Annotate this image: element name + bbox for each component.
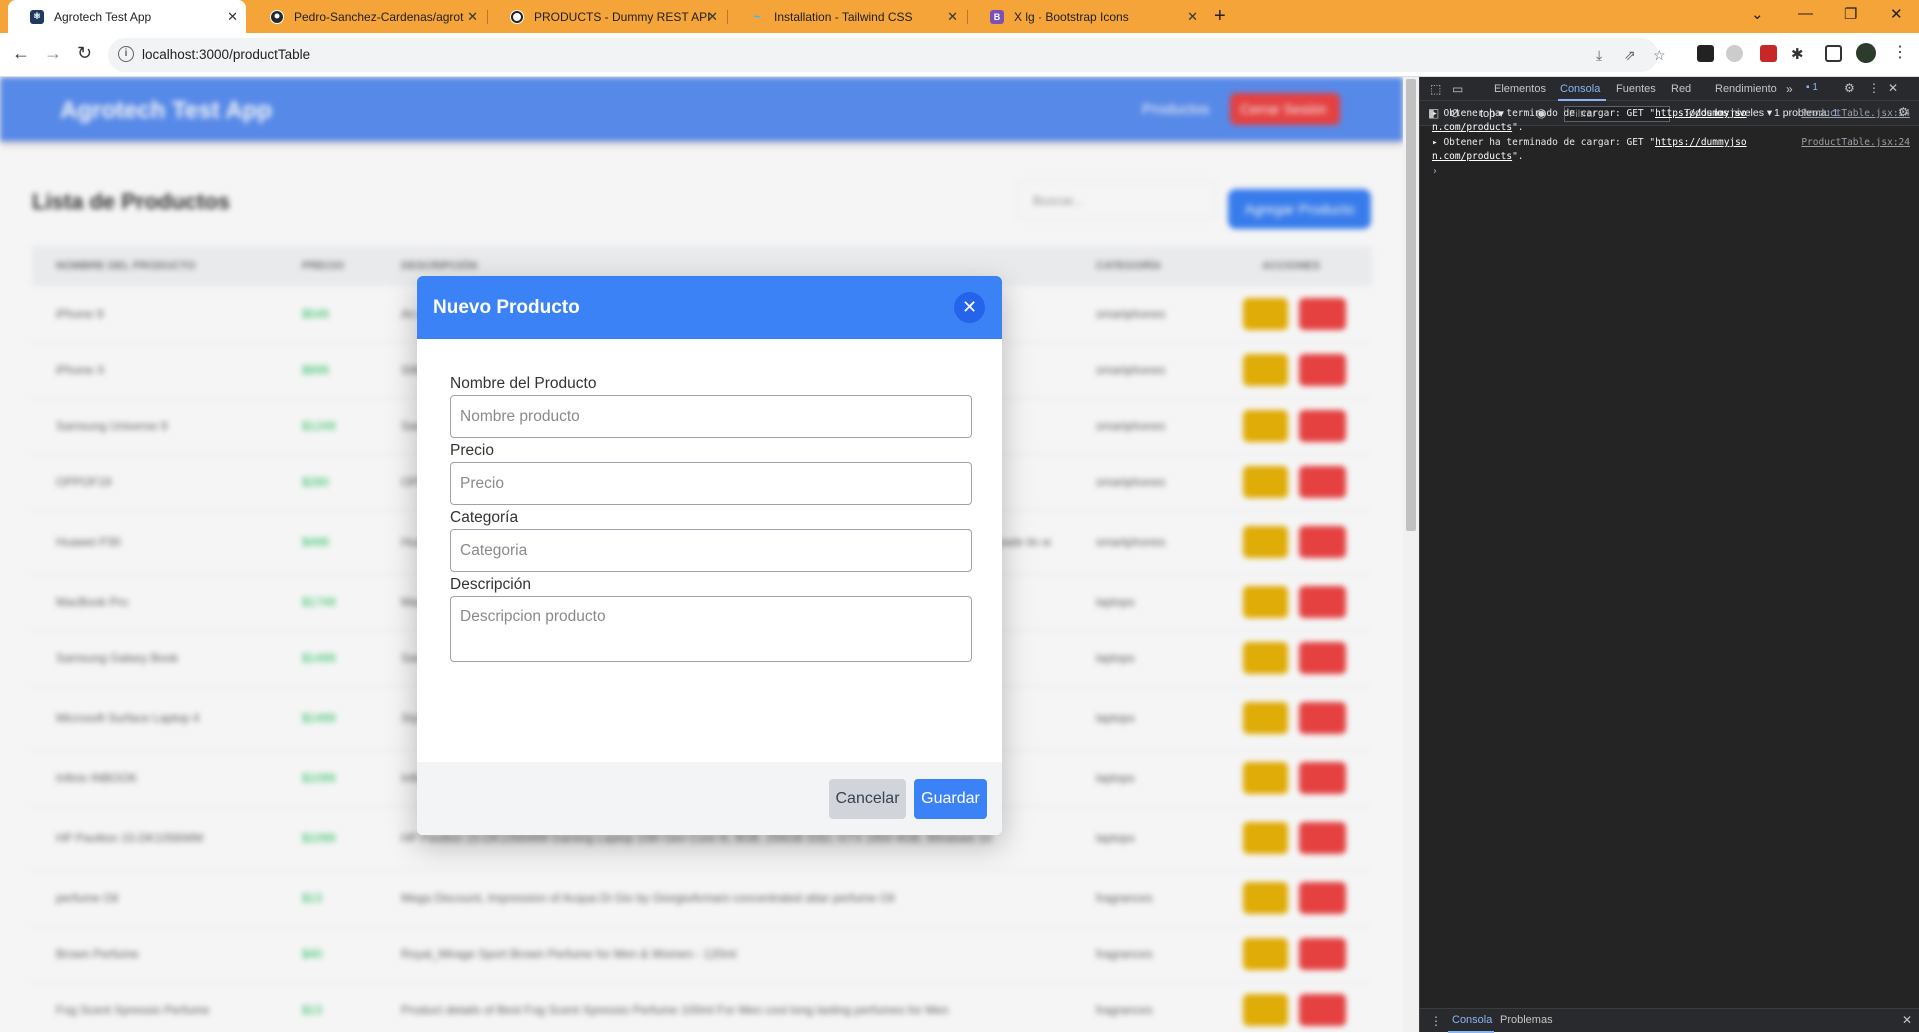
devtools-tab-network[interactable]: Red bbox=[1671, 83, 1691, 95]
modal-footer: Cancelar Guardar bbox=[417, 762, 1002, 835]
log-link[interactable]: https://dummyjso bbox=[1655, 137, 1747, 148]
tab-title: Installation - Tailwind CSS bbox=[774, 9, 913, 24]
log-link[interactable]: https://dummyjso bbox=[1655, 108, 1747, 119]
issues-count: 1 bbox=[1812, 82, 1818, 93]
forward-icon[interactable]: → bbox=[44, 44, 62, 62]
tab-tailwind[interactable]: ~ Installation - Tailwind CSS ✕ bbox=[728, 0, 966, 33]
inspect-icon[interactable]: ⬚ bbox=[1430, 82, 1441, 96]
close-icon[interactable]: ✕ bbox=[707, 9, 718, 25]
bootstrap-icon: B bbox=[990, 9, 1004, 24]
scrollbar-thumb[interactable] bbox=[1406, 79, 1416, 531]
price-label: Precio bbox=[450, 442, 494, 459]
log-link[interactable]: n.com/products bbox=[1432, 151, 1512, 162]
extension-icon[interactable] bbox=[1697, 45, 1714, 62]
log-text: ". bbox=[1512, 122, 1524, 133]
browser-toolbar: ← → ↻ i localhost:3000/productTable ⤓ ⇗ … bbox=[0, 33, 1919, 77]
close-drawer-icon[interactable]: ✕ bbox=[1902, 1013, 1912, 1027]
settings-icon[interactable]: ⚙ bbox=[1844, 81, 1855, 95]
dummyjson-icon bbox=[510, 9, 524, 24]
address-bar[interactable]: i localhost:3000/productTable ⤓ ⇗ ☆ bbox=[108, 38, 1666, 72]
modal-title: Nuevo Producto bbox=[433, 297, 580, 318]
log-source-link[interactable]: ProductTable.jsx:24 bbox=[1801, 107, 1910, 121]
devtools-drawer-bar: ⋮ Consola Problemas ✕ bbox=[1420, 1008, 1919, 1033]
price-input[interactable] bbox=[450, 462, 972, 505]
extension-icon[interactable] bbox=[1726, 45, 1743, 62]
log-text: ". bbox=[1512, 151, 1524, 162]
tab-dummyjson[interactable]: PRODUCTS - Dummy REST API c ✕ bbox=[488, 0, 726, 33]
tab-title: Agrotech Test App bbox=[54, 9, 152, 24]
drawer-tab-console[interactable]: Consola bbox=[1452, 1014, 1492, 1026]
product-name-label: Nombre del Producto bbox=[450, 375, 597, 392]
log-text: Obtener ha terminado de cargar: GET " bbox=[1443, 108, 1656, 119]
devtools-tab-elements[interactable]: Elementos bbox=[1494, 83, 1546, 95]
kebab-menu-icon[interactable]: ⋮ bbox=[1868, 81, 1880, 95]
devtools-tab-sources[interactable]: Fuentes bbox=[1616, 83, 1656, 95]
tailwind-icon: ~ bbox=[753, 9, 761, 24]
category-input[interactable] bbox=[450, 529, 972, 572]
close-devtools-icon[interactable]: ✕ bbox=[1888, 81, 1898, 95]
close-window-button[interactable]: ✕ bbox=[1890, 5, 1903, 23]
tab-agrotech[interactable]: ⚛ Agrotech Test App ✕ bbox=[8, 0, 246, 33]
close-icon[interactable]: ✕ bbox=[467, 9, 478, 25]
product-name-input[interactable] bbox=[450, 395, 972, 438]
back-icon[interactable]: ← bbox=[12, 44, 30, 62]
device-toolbar-icon[interactable]: ▭ bbox=[1452, 82, 1463, 96]
tab-bootstrap[interactable]: B X lg · Bootstrap Icons ✕ bbox=[968, 0, 1206, 33]
console-log-entry[interactable]: ▸ Obtener ha terminado de cargar: GET "h… bbox=[1432, 136, 1910, 164]
drawer-tab-problems[interactable]: Problemas bbox=[1500, 1014, 1553, 1026]
devtools-panel: ⬚ ▭ Elementos Consola Fuentes Red Rendim… bbox=[1419, 77, 1919, 1033]
issues-badge[interactable]: ▪ 1 bbox=[1806, 82, 1818, 93]
description-textarea[interactable] bbox=[450, 596, 972, 662]
log-text: Obtener ha terminado de cargar: GET " bbox=[1443, 137, 1656, 148]
install-icon[interactable]: ⤓ bbox=[1596, 47, 1602, 64]
github-icon bbox=[270, 9, 284, 24]
sidepanel-icon[interactable] bbox=[1825, 45, 1842, 62]
restore-button[interactable]: ❐ bbox=[1844, 5, 1857, 23]
page-scrollbar[interactable] bbox=[1403, 77, 1419, 1032]
star-icon[interactable]: ☆ bbox=[1653, 47, 1666, 64]
save-button[interactable]: Guardar bbox=[914, 779, 987, 819]
share-icon[interactable]: ⇗ bbox=[1624, 47, 1636, 64]
modal-header: Nuevo Producto ✕ bbox=[417, 276, 1002, 339]
new-product-modal: Nuevo Producto ✕ Nombre del Producto Pre… bbox=[417, 276, 1002, 835]
more-tabs-icon[interactable]: » bbox=[1786, 82, 1793, 96]
tab-title: PRODUCTS - Dummy REST API c bbox=[534, 9, 714, 24]
log-source-link[interactable]: ProductTable.jsx:24 bbox=[1801, 136, 1910, 150]
devtools-tab-console[interactable]: Consola bbox=[1560, 83, 1600, 95]
description-label: Descripción bbox=[450, 576, 531, 593]
browser-tab-strip: ⚛ Agrotech Test App ✕ Pedro-Sanchez-Card… bbox=[0, 0, 1919, 33]
console-prompt[interactable]: › bbox=[1432, 165, 1910, 179]
cancel-button[interactable]: Cancelar bbox=[829, 779, 906, 819]
reload-icon[interactable]: ↻ bbox=[77, 44, 92, 62]
extension-icon[interactable] bbox=[1760, 45, 1777, 62]
react-icon: ⚛ bbox=[30, 9, 44, 24]
tab-github[interactable]: Pedro-Sanchez-Cardenas/agrot ✕ bbox=[248, 0, 486, 33]
devtools-tab-performance[interactable]: Rendimiento bbox=[1715, 83, 1777, 95]
tab-title: X lg · Bootstrap Icons bbox=[1014, 9, 1129, 24]
avatar[interactable] bbox=[1856, 43, 1876, 63]
close-icon[interactable]: ✕ bbox=[954, 292, 985, 323]
site-info-icon[interactable]: i bbox=[118, 46, 134, 62]
category-label: Categoría bbox=[450, 509, 519, 526]
tab-search-icon[interactable]: ⌄ bbox=[1751, 5, 1764, 23]
url-text[interactable]: localhost:3000/productTable bbox=[142, 47, 310, 62]
close-icon[interactable]: ✕ bbox=[227, 9, 238, 25]
close-icon[interactable]: ✕ bbox=[947, 9, 958, 25]
minimize-button[interactable]: — bbox=[1798, 5, 1813, 22]
devtools-tab-bar: ⬚ ▭ Elementos Consola Fuentes Red Rendim… bbox=[1420, 77, 1919, 101]
close-icon[interactable]: ✕ bbox=[1187, 9, 1198, 25]
new-tab-button[interactable]: + bbox=[1214, 6, 1226, 26]
log-link[interactable]: n.com/products bbox=[1432, 122, 1512, 133]
tab-title: Pedro-Sanchez-Cardenas/agrot bbox=[294, 9, 464, 24]
puzzle-icon[interactable]: ✱ bbox=[1791, 45, 1808, 63]
console-log-entry[interactable]: ▸ Obtener ha terminado de cargar: GET "h… bbox=[1432, 107, 1910, 135]
menu-icon[interactable]: ⋮ bbox=[1892, 44, 1908, 62]
drawer-menu-icon[interactable]: ⋮ bbox=[1430, 1014, 1442, 1028]
